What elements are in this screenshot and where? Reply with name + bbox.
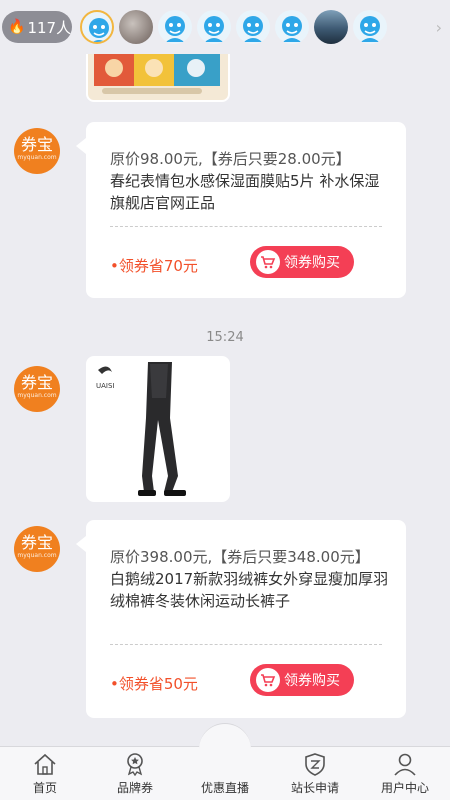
avatar[interactable] <box>275 10 309 44</box>
original-price: 原价98.00元,【券后只要28.00元】 <box>110 150 351 168</box>
original-price: 原价398.00元,【券后只要348.00元】 <box>110 548 370 566</box>
nav-label: 优惠直播 <box>200 781 249 795</box>
message-timestamp: 15:24 <box>206 330 244 345</box>
product-image-bubble[interactable] <box>86 54 230 102</box>
cart-icon <box>256 250 280 274</box>
quanbao-logo: 券宝 myquan.com <box>14 366 60 412</box>
logo-subtext: myquan.com <box>17 552 57 559</box>
cart-icon <box>256 668 280 692</box>
get-coupon-buy-button[interactable]: 领券购买 <box>250 246 354 278</box>
get-coupon-buy-button[interactable]: 领券购买 <box>250 664 354 696</box>
nav-item-brand-coupon[interactable]: 品牌券 <box>90 747 180 800</box>
product-image <box>88 54 228 100</box>
shield-icon <box>305 753 325 776</box>
logo-subtext: myquan.com <box>17 154 57 161</box>
logo-text: 券宝 <box>20 373 53 392</box>
quanbao-logo: 券宝 myquan.com <box>14 526 60 572</box>
coupon-card[interactable]: 原价98.00元,【券后只要28.00元】 春纪表情包水感保湿面膜贴5片 补水保… <box>76 122 406 298</box>
nav-label: 首页 <box>32 781 57 795</box>
message-feed[interactable]: 券宝 myquan.com 原价98.00元,【券后只要28.00元】 春纪表情… <box>0 54 450 746</box>
product-title: 春纪表情包水感保湿面膜贴5片 补水保湿旗舰店官网正品 <box>110 172 380 212</box>
avatar[interactable] <box>197 10 231 44</box>
avatar[interactable] <box>119 10 153 44</box>
nav-item-user-center[interactable]: 用户中心 <box>360 747 450 800</box>
product-title: 白鹅绒2017新款羽绒裤女外穿显瘦加厚羽绒棉裤冬装休闲运动长裤子 <box>110 570 389 610</box>
logo-subtext: myquan.com <box>17 392 57 399</box>
home-icon <box>34 753 56 775</box>
divider <box>110 644 382 645</box>
online-count: 117人 <box>27 18 72 37</box>
avatar[interactable] <box>80 10 114 44</box>
nav-center-bump <box>199 723 251 775</box>
coupon-saving: •领券省50元 <box>110 675 198 693</box>
buy-label: 领券购买 <box>284 673 340 689</box>
product-image-bubble[interactable]: UAISI <box>86 356 230 502</box>
buy-label: 领券购买 <box>284 255 340 271</box>
user-icon <box>394 753 416 776</box>
divider <box>110 226 382 227</box>
quanbao-logo: 券宝 myquan.com <box>14 128 60 174</box>
product-image: UAISI <box>88 358 228 500</box>
coupon-card[interactable]: 原价398.00元,【券后只要348.00元】 白鹅绒2017新款羽绒裤女外穿显… <box>76 520 406 718</box>
logo-text: 券宝 <box>20 533 53 552</box>
nav-label: 品牌券 <box>116 781 153 795</box>
top-bar: 🔥 117人 › <box>0 0 450 54</box>
avatar[interactable] <box>236 10 270 44</box>
avatar[interactable] <box>314 10 348 44</box>
ribbon-icon <box>127 753 143 776</box>
avatar[interactable] <box>353 10 387 44</box>
avatar[interactable] <box>158 10 192 44</box>
chevron-right-icon[interactable]: › <box>436 18 442 37</box>
nav-label: 用户中心 <box>380 781 429 795</box>
nav-item-home[interactable]: 首页 <box>0 747 90 800</box>
bottom-nav: 首页 品牌券 优惠直播 站长申请 用户中心 <box>0 723 450 800</box>
brand-text: UAISI <box>96 382 114 390</box>
nav-item-webmaster-apply[interactable]: 站长申请 <box>270 747 360 800</box>
flame-icon: 🔥 <box>8 19 26 35</box>
avatar-strip <box>80 10 392 44</box>
coupon-saving: •领券省70元 <box>110 257 198 275</box>
nav-label: 站长申请 <box>290 781 339 795</box>
logo-text: 券宝 <box>20 135 53 154</box>
online-count-badge[interactable]: 🔥 117人 <box>2 11 72 43</box>
